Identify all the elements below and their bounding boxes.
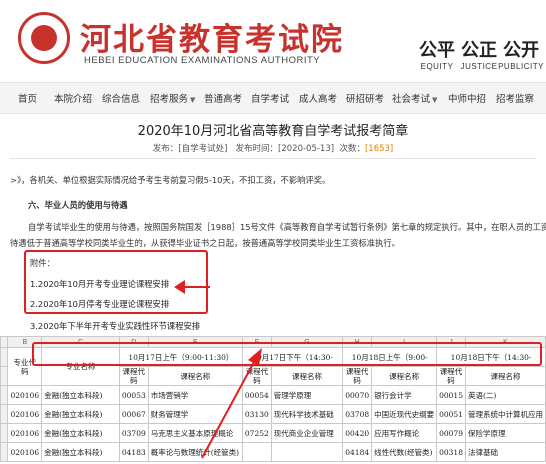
arrow-up-icon [248,348,262,366]
arrow-left-icon [174,280,185,294]
chevron-down-icon: ▼ [432,96,438,104]
equity-badge: 公平 EQUITY [419,40,455,71]
nav-social-exam[interactable]: 社会考试 ▼ [392,91,437,105]
nav-exam-services[interactable]: 招考服务 ▼ [150,91,195,105]
table-row: 020106 金融(独立本科段) 00053 市场营销学 00054 管理学原理 00… [0,385,546,405]
attachment-link-3[interactable]: 3.2020年下半年开考专业实践性环节课程安排 [30,320,200,332]
main-nav: 首页 本院介绍 综合信息 招考服务 ▼ 普通高考 自学考试 成人高考 研招研考 社… [0,82,546,114]
section-heading: 六、毕业人员的使用与待遇 [28,200,128,210]
article-hits: [1653] [364,144,394,154]
arrow-line [184,286,210,288]
nav-graduate-exam[interactable]: 研招研考 [346,91,384,105]
nav-adult-exam[interactable]: 成人高考 [299,91,337,105]
article-meta: 发布：[自学考试处] 发布时间：[2020-05-13] 次数：[1653] [152,144,394,154]
body-line-2: 待遇低于普通高等学校同类毕业生的，从获得毕业证书之日起，按普通高等学校同类毕业生… [10,238,400,248]
authority-seal-logo[interactable] [18,12,70,64]
article-date: [2020-05-13] [278,144,335,154]
site-subtitle: HEBEI EDUCATION EXAMINATIONS AUTHORITY [84,55,321,66]
justice-badge: 公正 JUSTICE [460,40,498,71]
diagonal-arrow [201,348,262,459]
nav-supervision[interactable]: 招考监察 [496,91,534,105]
table-row: 020106 金融(独立本科段) 00067 财务管理学 03130 现代科学技术基础… [0,404,546,424]
paragraph-top: >》，各机关、单位根据实际情况给予考生考前复习假5-10天，不扣工资，不影响评奖… [10,175,331,185]
article-source: [自学考试处] [178,144,228,154]
nav-general-info[interactable]: 综合信息 [102,91,140,105]
site-header: 河北省教育考试院 HEBEI EDUCATION EXAMINATIONS AU… [0,0,546,78]
nav-about[interactable]: 本院介绍 [54,91,92,105]
site-title[interactable]: 河北省教育考试院 [80,14,344,59]
table-row: 020106 金融(独立本科段) 04183 概率论与数理统计(经管类) 04184… [0,442,546,462]
nav-secondary-exam[interactable]: 中师中招 [448,91,486,105]
nav-gaokao[interactable]: 普通高考 [204,91,242,105]
article-title: 2020年10月河北省高等教育自学考试报考简章 [137,124,409,139]
divider [10,158,536,159]
table-row: 020106 金融(独立本科段) 03709 马克思主义基本原理概论 07252 现代… [0,423,546,443]
highlight-box-time-headers [32,342,542,366]
chevron-down-icon: ▼ [190,96,196,104]
nav-self-study-exam[interactable]: 自学考试 [251,91,289,105]
publicity-badge: 公开 PUBLICITY [498,40,544,71]
body-line-1: 自学考试毕业生的使用与待遇，按照国务院国发［1988］15号文件《高等教育自学考… [28,222,546,232]
nav-home[interactable]: 首页 [18,91,37,105]
